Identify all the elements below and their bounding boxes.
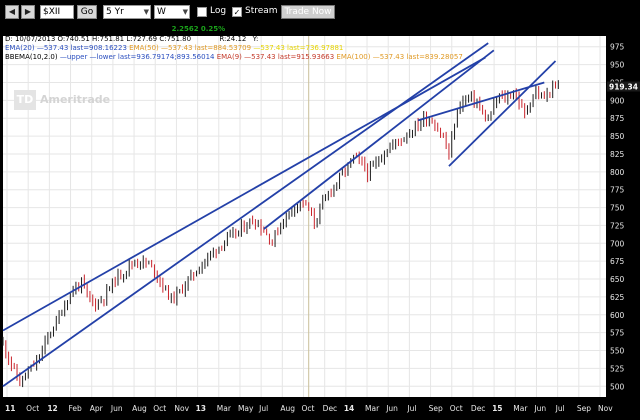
y-tick-label: 800 [610, 168, 625, 177]
x-tick-label: Jun [385, 404, 398, 413]
chevron-right-icon: ▶ [24, 7, 32, 16]
x-tick-label: Oct [450, 404, 463, 413]
last-price-label: 919.34 [609, 83, 638, 92]
chevron-down-icon: ▼ [182, 8, 188, 16]
price-chart[interactable]: 500 525 550 575 600 625 650 675 700 725 750 775 800 8… [0, 22, 640, 420]
chevron-down-icon: ▼ [143, 8, 149, 16]
change-value: 2.2562 [171, 25, 199, 33]
chevron-left-icon: ◀ [8, 7, 16, 16]
x-tick-label: Jun [533, 404, 546, 413]
period-select-value: 5 Yr [106, 7, 124, 17]
y-tick-label: 900 [610, 96, 625, 105]
x-tick-label: May [238, 404, 254, 413]
back-button[interactable]: ◀ [5, 5, 19, 19]
y-tick-label: 500 [610, 382, 625, 391]
log-checkbox[interactable] [197, 7, 207, 17]
y-tick-label: 775 [610, 186, 625, 195]
change-percent: 0.25% [200, 25, 226, 33]
range-value: R:24.12 [219, 35, 247, 43]
x-tick-label: Jul [555, 404, 565, 413]
ema50-legend: EMA(50) —537.43 last=884.53709 [129, 44, 252, 52]
x-tick-label: Sep [429, 404, 443, 413]
y-tick-label: 825 [610, 150, 625, 159]
x-tick-label: 15 [492, 404, 502, 413]
x-tick-label: Sep [577, 404, 591, 413]
y-tick-label: 650 [610, 275, 625, 284]
x-tick-label: 12 [47, 404, 57, 413]
last-value: 919.3418 [129, 24, 170, 33]
go-button[interactable]: Go [77, 5, 97, 19]
logo-text: Ameritrade [40, 93, 111, 106]
y-tick-label: 750 [610, 204, 625, 213]
y-tick-label: 875 [610, 114, 625, 123]
y-tick-label: 850 [610, 132, 625, 141]
x-tick-label: Jul [258, 404, 268, 413]
x-tick-label: Feb [69, 404, 83, 413]
stream-label: Stream [245, 6, 278, 16]
bbema-legend: BBEMA(10,2.0) [5, 53, 58, 61]
stream-checkbox[interactable]: ✓ [232, 7, 242, 17]
y-tick-label: 575 [610, 329, 625, 338]
x-axis: 11 Oct 12 Feb Apr Jun Aug Oct Nov 13 Mar May Jul Aug O… [5, 404, 613, 413]
x-tick-label: Mar [513, 404, 528, 413]
y-readout: Y: [252, 35, 259, 43]
y-tick-label: 975 [610, 43, 625, 52]
bbema-bands-legend: —upper —lower last=936.79174;893.56014 [59, 53, 215, 61]
symbol-input[interactable]: $XII [40, 5, 74, 19]
x-tick-label: Oct [302, 404, 315, 413]
ema100-legend: EMA(100) —537.43 last=839.28057 [336, 53, 463, 61]
symbol-title: $XII NYSE ARCA INSTL INDEX [5, 24, 128, 33]
y-tick-label: 675 [610, 257, 625, 266]
x-tick-label: Nov [174, 404, 189, 413]
y-tick-label: 625 [610, 293, 625, 302]
ohlc-line: D: 10/07/2013 O:740.51 H:751.81 L:727.69… [5, 35, 192, 43]
x-tick-label: Nov [598, 404, 613, 413]
forward-button[interactable]: ▶ [21, 5, 35, 19]
td-logo-icon: TD [14, 90, 36, 110]
x-tick-label: Aug [280, 404, 295, 413]
x-tick-label: 14 [344, 404, 354, 413]
y-tick-label: 550 [610, 347, 625, 356]
x-tick-label: Mar [217, 404, 232, 413]
ema-extra-legend: —537.43 last=736.97881 [253, 44, 344, 52]
x-tick-label: 11 [5, 404, 15, 413]
y-tick-label: 700 [610, 239, 625, 248]
x-tick-label: Jul [406, 404, 416, 413]
last-price-tag: 919.34 [607, 81, 640, 92]
interval-select[interactable]: W ▼ [154, 5, 190, 19]
x-tick-label: Dec [323, 404, 338, 413]
toolbar: ◀ ▶ $XII Go 5 Yr ▼ W ▼ Log ✓ Stream Trade … [0, 0, 640, 22]
y-tick-label: 725 [610, 221, 625, 230]
ema9-legend: EMA(9) —537.43 last=915.93663 [216, 53, 335, 61]
x-tick-label: Dec [471, 404, 486, 413]
y-tick-label: 600 [610, 311, 625, 320]
trade-now-button[interactable]: Trade Now [281, 5, 335, 19]
symbol-input-value: $XII [43, 7, 61, 17]
x-tick-label: Jun [110, 404, 123, 413]
x-tick-label: 13 [196, 404, 206, 413]
x-tick-label: Apr [90, 404, 104, 413]
y-tick-label: 525 [610, 364, 625, 373]
period-select[interactable]: 5 Yr ▼ [103, 5, 151, 19]
log-label: Log [210, 6, 227, 16]
x-tick-label: Mar [365, 404, 380, 413]
interval-select-value: W [157, 7, 166, 17]
x-tick-label: Oct [153, 404, 166, 413]
y-tick-label: 950 [610, 61, 625, 70]
ema20-legend: EMA(20) —537.43 last=908.16223 [5, 44, 127, 52]
x-tick-label: Aug [132, 404, 147, 413]
x-tick-label: Oct [26, 404, 39, 413]
